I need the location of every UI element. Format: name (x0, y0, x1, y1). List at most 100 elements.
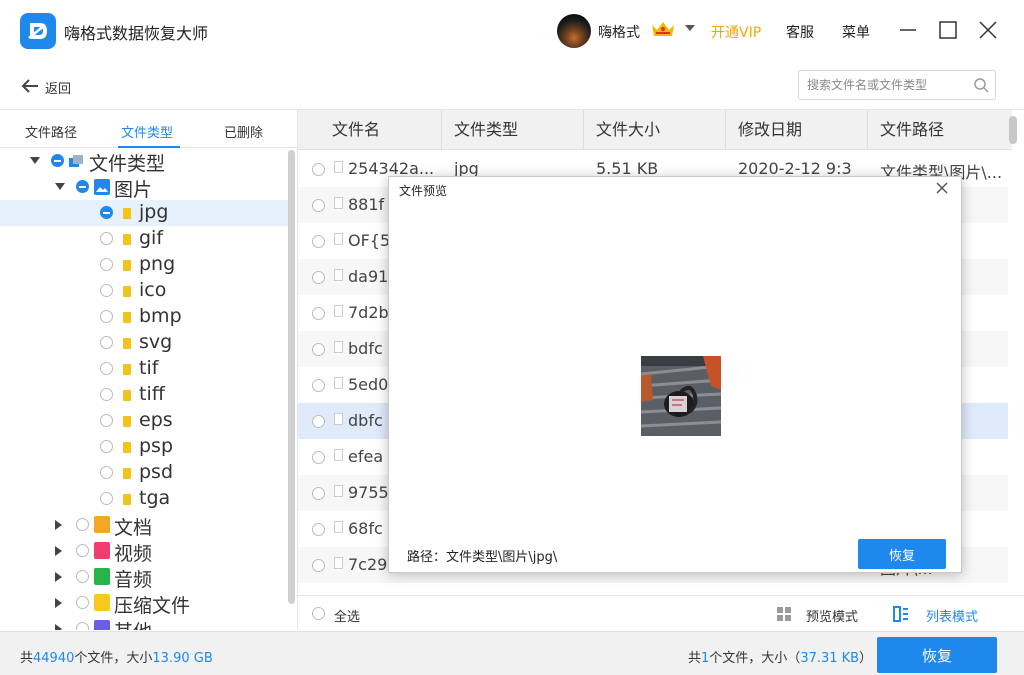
tree-checkbox[interactable] (76, 570, 89, 583)
summary-text: 共 (688, 651, 702, 666)
select-all-label[interactable]: 全选 (334, 606, 360, 625)
row-checkbox[interactable] (312, 559, 325, 572)
row-checkbox[interactable] (312, 415, 325, 428)
total-count: 44940 (33, 651, 75, 666)
folder-icon (123, 442, 131, 453)
tree-checkbox[interactable] (76, 180, 89, 193)
column-header-date[interactable]: 修改日期 (726, 110, 868, 150)
row-checkbox[interactable] (312, 307, 325, 320)
table-scrollbar[interactable] (1009, 116, 1017, 144)
search-input[interactable] (807, 76, 965, 94)
row-checkbox[interactable] (312, 523, 325, 536)
back-button[interactable]: 返回 (45, 78, 71, 97)
dialog-recover-button[interactable]: 恢复 (858, 539, 946, 569)
tree-node-videos[interactable]: 视频 (0, 538, 290, 565)
tab-bar: 文件路径 文件类型 已删除 (0, 110, 298, 148)
tree-checkbox[interactable] (100, 336, 113, 349)
tree-node-ico[interactable]: ico (0, 278, 290, 304)
tree-checkbox[interactable] (100, 206, 113, 219)
tree-checkbox[interactable] (100, 440, 113, 453)
tree-node-jpg[interactable]: jpg (0, 200, 290, 226)
maximize-icon[interactable] (936, 18, 960, 42)
tree-node-tif[interactable]: tif (0, 356, 290, 382)
minimize-icon[interactable] (896, 18, 920, 42)
tab-file-type[interactable]: 文件类型 (121, 122, 173, 141)
expand-icon[interactable] (55, 520, 62, 530)
tree-label: 文件类型 (89, 153, 166, 175)
recover-button[interactable]: 恢复 (877, 637, 997, 673)
back-arrow-icon[interactable] (20, 76, 40, 96)
tree-node-archives[interactable]: 压缩文件 (0, 590, 290, 617)
tree-checkbox[interactable] (100, 362, 113, 375)
tree-checkbox[interactable] (76, 518, 89, 531)
expand-icon[interactable] (55, 624, 62, 630)
tree-checkbox[interactable] (100, 388, 113, 401)
tree-checkbox[interactable] (100, 414, 113, 427)
tree-checkbox[interactable] (100, 232, 113, 245)
tree-checkbox[interactable] (76, 622, 89, 630)
expand-icon[interactable] (30, 157, 40, 164)
column-header-type[interactable]: 文件类型 (442, 110, 584, 150)
tree-checkbox[interactable] (51, 154, 64, 167)
avatar[interactable] (557, 14, 591, 48)
vip-link[interactable]: 开通VIP (711, 22, 761, 42)
row-checkbox[interactable] (312, 235, 325, 248)
tree-node-tga[interactable]: tga (0, 486, 290, 512)
tab-deleted[interactable]: 已删除 (224, 122, 263, 141)
tree-checkbox[interactable] (100, 466, 113, 479)
column-header-name[interactable]: 文件名 (320, 110, 442, 150)
tree-node-images[interactable]: 图片 (0, 174, 290, 201)
close-icon[interactable] (935, 181, 949, 195)
list-mode-button[interactable]: 列表模式 (926, 606, 978, 625)
list-icon[interactable] (893, 606, 909, 622)
tree-node-eps[interactable]: eps (0, 408, 290, 434)
tree-node-psp[interactable]: psp (0, 434, 290, 460)
tree-node-png[interactable]: png (0, 252, 290, 278)
tree-node-other[interactable]: 其他 (0, 616, 290, 630)
tree-scrollbar[interactable] (288, 150, 295, 604)
row-checkbox[interactable] (312, 163, 325, 176)
menu-button[interactable]: 菜单 (842, 22, 870, 42)
tree-checkbox[interactable] (100, 284, 113, 297)
row-checkbox[interactable] (312, 487, 325, 500)
service-button[interactable]: 客服 (786, 22, 814, 42)
chevron-down-icon[interactable] (685, 25, 695, 31)
row-checkbox[interactable] (312, 199, 325, 212)
expand-icon[interactable] (55, 598, 62, 608)
tree-node-documents[interactable]: 文档 (0, 512, 290, 539)
grid-icon[interactable] (776, 606, 792, 622)
tree-node-tiff[interactable]: tiff (0, 382, 290, 408)
row-checkbox[interactable] (312, 451, 325, 464)
other-icon (94, 620, 110, 630)
tree-node-svg[interactable]: svg (0, 330, 290, 356)
tree-checkbox[interactable] (76, 544, 89, 557)
select-all-checkbox[interactable] (312, 607, 325, 620)
expand-icon[interactable] (55, 546, 62, 556)
preview-mode-button[interactable]: 预览模式 (806, 606, 858, 625)
tree-checkbox[interactable] (100, 310, 113, 323)
tree-node-file-type[interactable]: 文件类型 (0, 148, 290, 175)
search-icon[interactable] (973, 77, 989, 93)
row-checkbox[interactable] (312, 271, 325, 284)
close-icon[interactable] (976, 18, 1000, 42)
row-checkbox[interactable] (312, 343, 325, 356)
user-name[interactable]: 嗨格式 (598, 22, 640, 42)
tree-node-gif[interactable]: gif (0, 226, 290, 252)
expand-icon[interactable] (55, 183, 65, 190)
tree-node-bmp[interactable]: bmp (0, 304, 290, 330)
total-files-summary: 共44940个文件，大小13.90 GB (20, 647, 213, 666)
search-box[interactable] (798, 70, 996, 100)
expand-icon[interactable] (55, 572, 62, 582)
tree-node-psd[interactable]: psd (0, 460, 290, 486)
tab-file-path[interactable]: 文件路径 (25, 122, 77, 141)
tree-node-audio[interactable]: 音频 (0, 564, 290, 591)
tree-label: 图片 (114, 179, 153, 201)
file-icon (334, 197, 343, 209)
tree-checkbox[interactable] (76, 596, 89, 609)
dialog-body: 路径：文件类型\图片\jpg\ 恢复 (389, 201, 963, 573)
tree-checkbox[interactable] (100, 492, 113, 505)
row-checkbox[interactable] (312, 379, 325, 392)
column-header-size[interactable]: 文件大小 (584, 110, 726, 150)
tree-checkbox[interactable] (100, 258, 113, 271)
column-header-path[interactable]: 文件路径 (868, 110, 1012, 150)
